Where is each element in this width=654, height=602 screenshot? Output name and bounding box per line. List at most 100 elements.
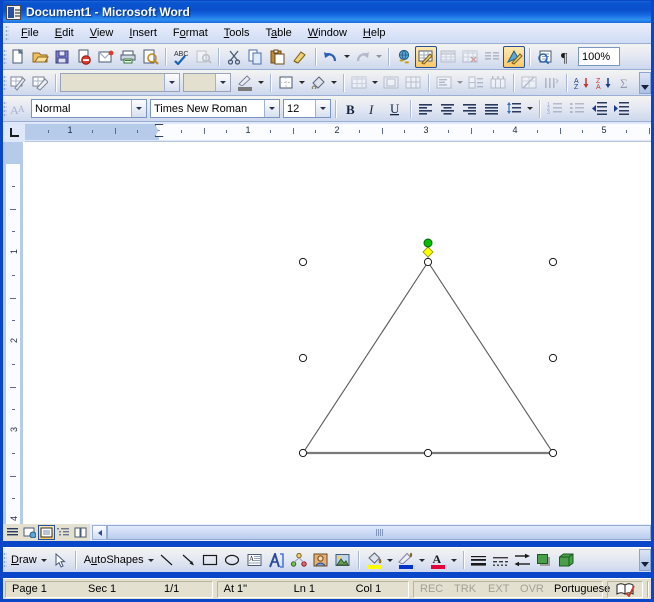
- font-color-icon[interactable]: A: [427, 549, 449, 571]
- normal-view-button[interactable]: [4, 525, 21, 540]
- align-center-icon[interactable]: [437, 98, 459, 120]
- fill-color-dropdown-icon[interactable]: [385, 549, 395, 571]
- line-icon[interactable]: [156, 549, 178, 571]
- format-painter-icon[interactable]: [289, 46, 311, 68]
- status-ovr[interactable]: OVR: [514, 581, 548, 598]
- status-rec[interactable]: REC: [414, 581, 448, 598]
- vertical-ruler[interactable]: 1 2 3 4: [3, 142, 23, 524]
- insert-table-icon[interactable]: [437, 46, 459, 68]
- drawing-toolbar-overflow-button[interactable]: [639, 549, 651, 571]
- merge-cells-icon[interactable]: [380, 72, 402, 94]
- insert-table-dropdown-arrow[interactable]: [370, 72, 380, 94]
- line-weight-dropdown-icon[interactable]: [215, 74, 230, 91]
- drawing-canvas[interactable]: [23, 142, 651, 524]
- bold-icon[interactable]: B: [340, 98, 362, 120]
- line-spacing-icon[interactable]: [503, 98, 525, 120]
- zoom-combo[interactable]: 100%: [578, 47, 620, 66]
- dash-style-icon[interactable]: [490, 549, 512, 571]
- menu-tools[interactable]: Tools: [216, 24, 258, 42]
- permission-icon[interactable]: [73, 46, 95, 68]
- save-icon[interactable]: [51, 46, 73, 68]
- align-dropdown-icon[interactable]: [455, 72, 465, 94]
- distribute-columns-evenly-icon[interactable]: [487, 72, 509, 94]
- fill-color-icon[interactable]: [363, 549, 385, 571]
- redo-dropdown-icon[interactable]: [374, 46, 384, 68]
- cut-icon[interactable]: [223, 46, 245, 68]
- line-style-dropdown-icon[interactable]: [164, 74, 179, 91]
- tables-and-borders-icon[interactable]: [415, 45, 437, 68]
- menu-format[interactable]: Format: [165, 24, 216, 42]
- font-size-combo[interactable]: 12: [283, 99, 331, 118]
- underline-icon[interactable]: U: [384, 98, 406, 120]
- distribute-rows-evenly-icon[interactable]: [465, 72, 487, 94]
- table-autoformat-icon[interactable]: [518, 72, 540, 94]
- align-left-icon[interactable]: [415, 98, 437, 120]
- insert-wordart-icon[interactable]: [266, 549, 288, 571]
- font-combo[interactable]: Times New Roman: [150, 99, 280, 118]
- italic-icon[interactable]: I: [362, 98, 384, 120]
- shading-color-icon[interactable]: [307, 72, 329, 94]
- line-weight-combo[interactable]: [183, 73, 231, 92]
- print-preview-icon[interactable]: [139, 46, 161, 68]
- spelling-status-icon[interactable]: [616, 582, 635, 598]
- research-icon[interactable]: [192, 46, 214, 68]
- insert-excel-spreadsheet-icon[interactable]: [459, 46, 481, 68]
- style-combo[interactable]: Normal: [31, 99, 147, 118]
- line-spacing-dropdown-icon[interactable]: [525, 98, 535, 120]
- arrow-style-icon[interactable]: [512, 549, 534, 571]
- scroll-left-button[interactable]: [92, 525, 107, 540]
- undo-icon[interactable]: [320, 46, 342, 68]
- decrease-indent-icon[interactable]: [588, 98, 610, 120]
- menu-help[interactable]: Help: [355, 24, 394, 42]
- horizontal-ruler[interactable]: 1 1 2 3 4 5: [3, 122, 651, 142]
- status-group-spelling[interactable]: [607, 580, 643, 598]
- line-color-dropdown-icon[interactable]: [417, 549, 427, 571]
- eraser-icon[interactable]: [29, 72, 51, 94]
- line-style-combo[interactable]: [60, 73, 180, 92]
- paste-icon[interactable]: [267, 46, 289, 68]
- horizontal-scroll-trough[interactable]: [107, 525, 651, 540]
- menu-edit[interactable]: Edit: [47, 24, 82, 42]
- style-dropdown-icon[interactable]: [131, 100, 146, 117]
- outside-border-icon[interactable]: [275, 72, 297, 94]
- sort-ascending-icon[interactable]: AZ: [571, 72, 593, 94]
- styles-and-formatting-icon[interactable]: AA: [7, 98, 29, 120]
- menu-window[interactable]: Window: [300, 24, 355, 42]
- document-map-icon[interactable]: [534, 46, 556, 68]
- autosum-icon[interactable]: Σ: [615, 72, 637, 94]
- new-blank-document-icon[interactable]: [7, 46, 29, 68]
- insert-clip-art-icon[interactable]: [310, 549, 332, 571]
- email-icon[interactable]: [95, 46, 117, 68]
- split-cells-icon[interactable]: [402, 72, 424, 94]
- text-box-icon[interactable]: A: [244, 549, 266, 571]
- draw-menu-button[interactable]: Draw: [7, 554, 39, 566]
- border-color-icon[interactable]: [234, 72, 256, 94]
- align-top-left-icon[interactable]: [433, 72, 455, 94]
- justify-icon[interactable]: [481, 98, 503, 120]
- drawing-icon[interactable]: [503, 45, 525, 68]
- print-layout-view-button[interactable]: [38, 525, 55, 540]
- reading-layout-view-button[interactable]: [72, 525, 89, 540]
- undo-dropdown-icon[interactable]: [342, 46, 352, 68]
- oval-icon[interactable]: [222, 549, 244, 571]
- ruler-track[interactable]: 1 1 2 3 4 5: [25, 122, 651, 142]
- shadow-style-icon[interactable]: [534, 549, 556, 571]
- print-icon[interactable]: [117, 46, 139, 68]
- autoshapes-dropdown-icon[interactable]: [146, 549, 156, 571]
- drawing-toolbar-grip[interactable]: [3, 552, 7, 568]
- web-layout-view-button[interactable]: [21, 525, 38, 540]
- status-ext[interactable]: EXT: [482, 581, 514, 598]
- document-page[interactable]: [23, 142, 651, 524]
- border-color-dropdown-icon[interactable]: [256, 72, 266, 94]
- document-area[interactable]: [23, 142, 651, 524]
- line-color-icon[interactable]: [395, 549, 417, 571]
- rectangle-icon[interactable]: [200, 549, 222, 571]
- menu-bar-grip[interactable]: [5, 25, 9, 41]
- outside-border-dropdown-icon[interactable]: [297, 72, 307, 94]
- open-icon[interactable]: [29, 46, 51, 68]
- font-size-dropdown-icon[interactable]: [315, 100, 330, 117]
- tab-stop-selector[interactable]: [3, 122, 25, 142]
- outline-view-button[interactable]: [55, 525, 72, 540]
- copy-icon[interactable]: [245, 46, 267, 68]
- align-right-icon[interactable]: [459, 98, 481, 120]
